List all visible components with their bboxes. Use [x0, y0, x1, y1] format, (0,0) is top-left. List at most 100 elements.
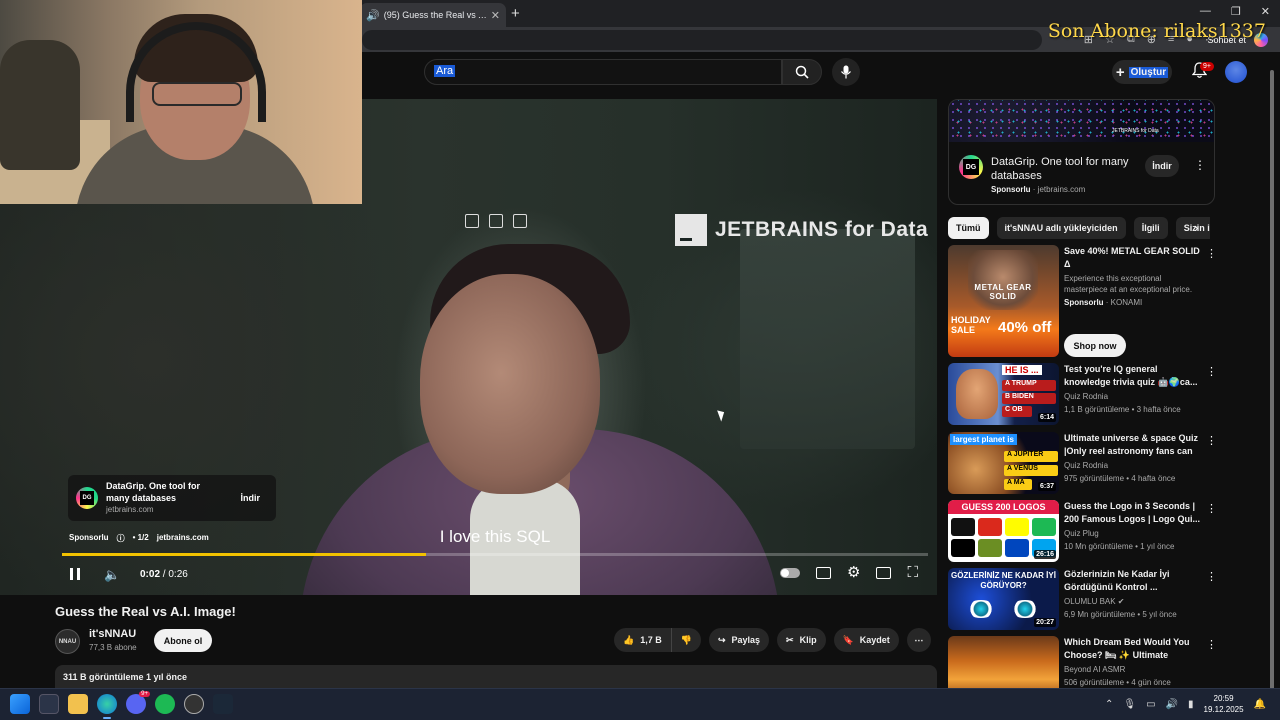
- recommendation-title[interactable]: Test you're IQ general knowledge trivia …: [1064, 363, 1202, 389]
- recommendation-thumbnail[interactable]: GÖZLERİNİZ NE KADAR İYİ GÖRÜYOR? 20:27: [948, 568, 1059, 630]
- account-avatar[interactable]: [1225, 61, 1247, 83]
- queue-icon[interactable]: [513, 214, 527, 228]
- chip-related[interactable]: İlgili: [1133, 217, 1168, 239]
- ad-overlay-card[interactable]: DG DataGrip. One tool for many databases…: [68, 475, 276, 521]
- battery-icon[interactable]: ▮: [1188, 699, 1194, 710]
- miniplayer-icon[interactable]: [465, 214, 479, 228]
- side-ad-title: DataGrip. One tool for many databases: [991, 156, 1129, 182]
- recommendation-thumbnail[interactable]: largest planet is A JUPITER A VENUS A MA…: [948, 432, 1059, 494]
- dislike-button[interactable]: 👎: [670, 628, 701, 652]
- recommendation-channel[interactable]: Quiz Rodnia: [1064, 392, 1108, 401]
- recommendation-channel[interactable]: Quiz Plug: [1064, 529, 1099, 538]
- channel-name[interactable]: it'sNNAU: [89, 628, 136, 640]
- close-tab-icon[interactable]: ✕: [491, 9, 500, 22]
- task-view-icon[interactable]: [39, 694, 59, 714]
- recommendation-channel[interactable]: Quiz Rodnia: [1064, 461, 1108, 470]
- description-box[interactable]: 311 B görüntüleme 1 yıl önce: [55, 665, 937, 689]
- recommendation-thumbnail[interactable]: HE IS ... A TRUMP B BIDEN C OB 6:14: [948, 363, 1059, 425]
- progress-bar[interactable]: [62, 553, 928, 556]
- recommendation-channel[interactable]: OLUMLU BAK ✔: [1064, 597, 1125, 606]
- sidebar-ad-panel[interactable]: JETBRAINS for Data DG DataGrip. One tool…: [948, 99, 1215, 205]
- more-actions-button[interactable]: ⋯: [906, 628, 931, 652]
- recommendation-item[interactable]: largest planet is A JUPITER A VENUS A MA…: [948, 432, 1217, 494]
- search-button[interactable]: [782, 59, 822, 85]
- url-field[interactable]: [362, 30, 1042, 50]
- microphone-tray-icon[interactable]: 🎙: [1123, 699, 1136, 710]
- sponsor-domain-link[interactable]: jetbrains.com: [157, 533, 209, 544]
- file-explorer-icon[interactable]: [68, 694, 88, 714]
- maximize-button[interactable]: ❐: [1231, 5, 1241, 18]
- kebab-menu-icon[interactable]: ⋮: [1206, 502, 1217, 515]
- new-tab-button[interactable]: +: [511, 5, 520, 22]
- browser-tab[interactable]: 🔊 (95) Guess the Real vs A.I. Image! ✕: [360, 3, 506, 27]
- recommendation-channel[interactable]: Beyond AI ASMR: [1064, 665, 1125, 674]
- thumbnail-option: A JUPITER: [1004, 451, 1058, 462]
- settings-gear-icon[interactable]: ⚙: [847, 565, 860, 580]
- recommendation-title[interactable]: Gözlerinizin Ne Kadar İyi Gördüğünü Kont…: [1064, 568, 1202, 594]
- time-total: / 0:26: [162, 569, 188, 580]
- kebab-menu-icon[interactable]: ⋮: [1206, 434, 1217, 447]
- shop-now-button[interactable]: Shop now: [1064, 334, 1126, 357]
- fullscreen-icon[interactable]: ⛶: [907, 565, 918, 580]
- speaker-icon[interactable]: 🔊: [366, 9, 380, 22]
- kebab-menu-icon[interactable]: ⋮: [1206, 365, 1217, 378]
- like-button[interactable]: 👍 1,7 B: [614, 628, 671, 652]
- chip-from-uploader[interactable]: it'sNNAU adlı yükleyiciden: [996, 217, 1126, 239]
- subtitles-icon[interactable]: [816, 566, 832, 579]
- chip-for-you[interactable]: Sizin için: [1175, 217, 1210, 239]
- discord-icon[interactable]: 9+: [126, 691, 150, 714]
- spotify-icon[interactable]: [155, 694, 175, 714]
- pause-icon[interactable]: [70, 568, 80, 580]
- mgs-thumbnail[interactable]: METAL GEAR SOLID HOLIDAY SALE 40% off: [948, 245, 1059, 357]
- autoplay-toggle[interactable]: [780, 567, 801, 578]
- recommendation-thumbnail[interactable]: GUESS 200 LOGOS 26:16: [948, 500, 1059, 562]
- recommendation-item[interactable]: GUESS 200 LOGOS 26:16 Guess the Logo in …: [948, 500, 1217, 562]
- close-window-button[interactable]: ✕: [1261, 5, 1270, 18]
- info-icon[interactable]: ⓘ: [117, 533, 125, 544]
- minimize-button[interactable]: —: [1200, 5, 1211, 18]
- recommendation-title[interactable]: Ultimate universe & space Quiz |Only ree…: [1064, 432, 1202, 459]
- thumbnail-face: [956, 369, 998, 419]
- recommendation-item[interactable]: GÖZLERİNİZ NE KADAR İYİ GÖRÜYOR? 20:27 G…: [948, 568, 1217, 630]
- recommendation-title[interactable]: Which Dream Bed Would You Choose? 🛏 ✨ Ul…: [1064, 636, 1202, 663]
- recommendation-title[interactable]: Guess the Logo in 3 Seconds | 200 Famous…: [1064, 500, 1202, 526]
- notifications-icon[interactable]: 🔔: [1254, 699, 1266, 710]
- thumbnail-option: A TRUMP: [1002, 380, 1056, 391]
- save-button[interactable]: 🔖 Kaydet: [833, 628, 899, 652]
- voice-search-button[interactable]: [832, 58, 860, 86]
- side-ad-download-button[interactable]: İndir: [1145, 155, 1179, 177]
- chip-all[interactable]: Tümü: [948, 217, 989, 239]
- thumbnail-caption: GÖZLERİNİZ NE KADAR İYİ GÖRÜYOR?: [951, 571, 1056, 590]
- cast-icon[interactable]: [489, 214, 503, 228]
- create-button[interactable]: + Oluştur: [1112, 60, 1172, 84]
- kebab-menu-icon[interactable]: ⋮: [1206, 638, 1217, 651]
- clip-button[interactable]: ✂ Klip: [777, 628, 826, 652]
- edge-browser-icon[interactable]: [97, 694, 117, 719]
- ad-download-button[interactable]: İndir: [233, 493, 269, 503]
- windows-start-icon[interactable]: [10, 694, 30, 714]
- steam-icon[interactable]: [213, 694, 233, 714]
- mgs-thumbnail-sale: HOLIDAY SALE: [951, 315, 991, 335]
- ad-logo-text: DG: [80, 491, 94, 505]
- search-input[interactable]: Ara: [424, 59, 782, 85]
- chevron-right-icon[interactable]: ›: [1194, 220, 1198, 235]
- obs-icon[interactable]: [184, 694, 204, 714]
- scrollbar-thumb[interactable]: [1270, 70, 1274, 690]
- kebab-menu-icon[interactable]: ⋮: [1206, 247, 1217, 260]
- network-icon[interactable]: ▭: [1146, 699, 1155, 710]
- share-button[interactable]: ↪ Paylaş: [708, 628, 770, 652]
- kebab-menu-icon[interactable]: ⋮: [1194, 158, 1206, 172]
- clock[interactable]: 20:59 19.12.2025: [1204, 693, 1244, 715]
- kebab-menu-icon[interactable]: ⋮: [1206, 570, 1217, 583]
- search-icon: [795, 65, 809, 79]
- rec-ad-title[interactable]: Save 40%! METAL GEAR SOLID Δ: [1064, 245, 1202, 271]
- subscribe-button[interactable]: Abone ol: [154, 629, 212, 652]
- chevron-up-icon[interactable]: ⌃: [1105, 699, 1113, 710]
- recommendation-item[interactable]: HE IS ... A TRUMP B BIDEN C OB 6:14 Test…: [948, 363, 1217, 425]
- sponsored-recommendation[interactable]: METAL GEAR SOLID HOLIDAY SALE 40% off Sa…: [948, 245, 1217, 357]
- volume-tray-icon[interactable]: 🔊: [1166, 699, 1178, 710]
- theater-mode-icon[interactable]: [876, 566, 892, 579]
- channel-avatar[interactable]: NNAU: [55, 629, 80, 654]
- page-scrollbar[interactable]: [1268, 60, 1276, 690]
- volume-icon[interactable]: 🔈: [104, 567, 120, 583]
